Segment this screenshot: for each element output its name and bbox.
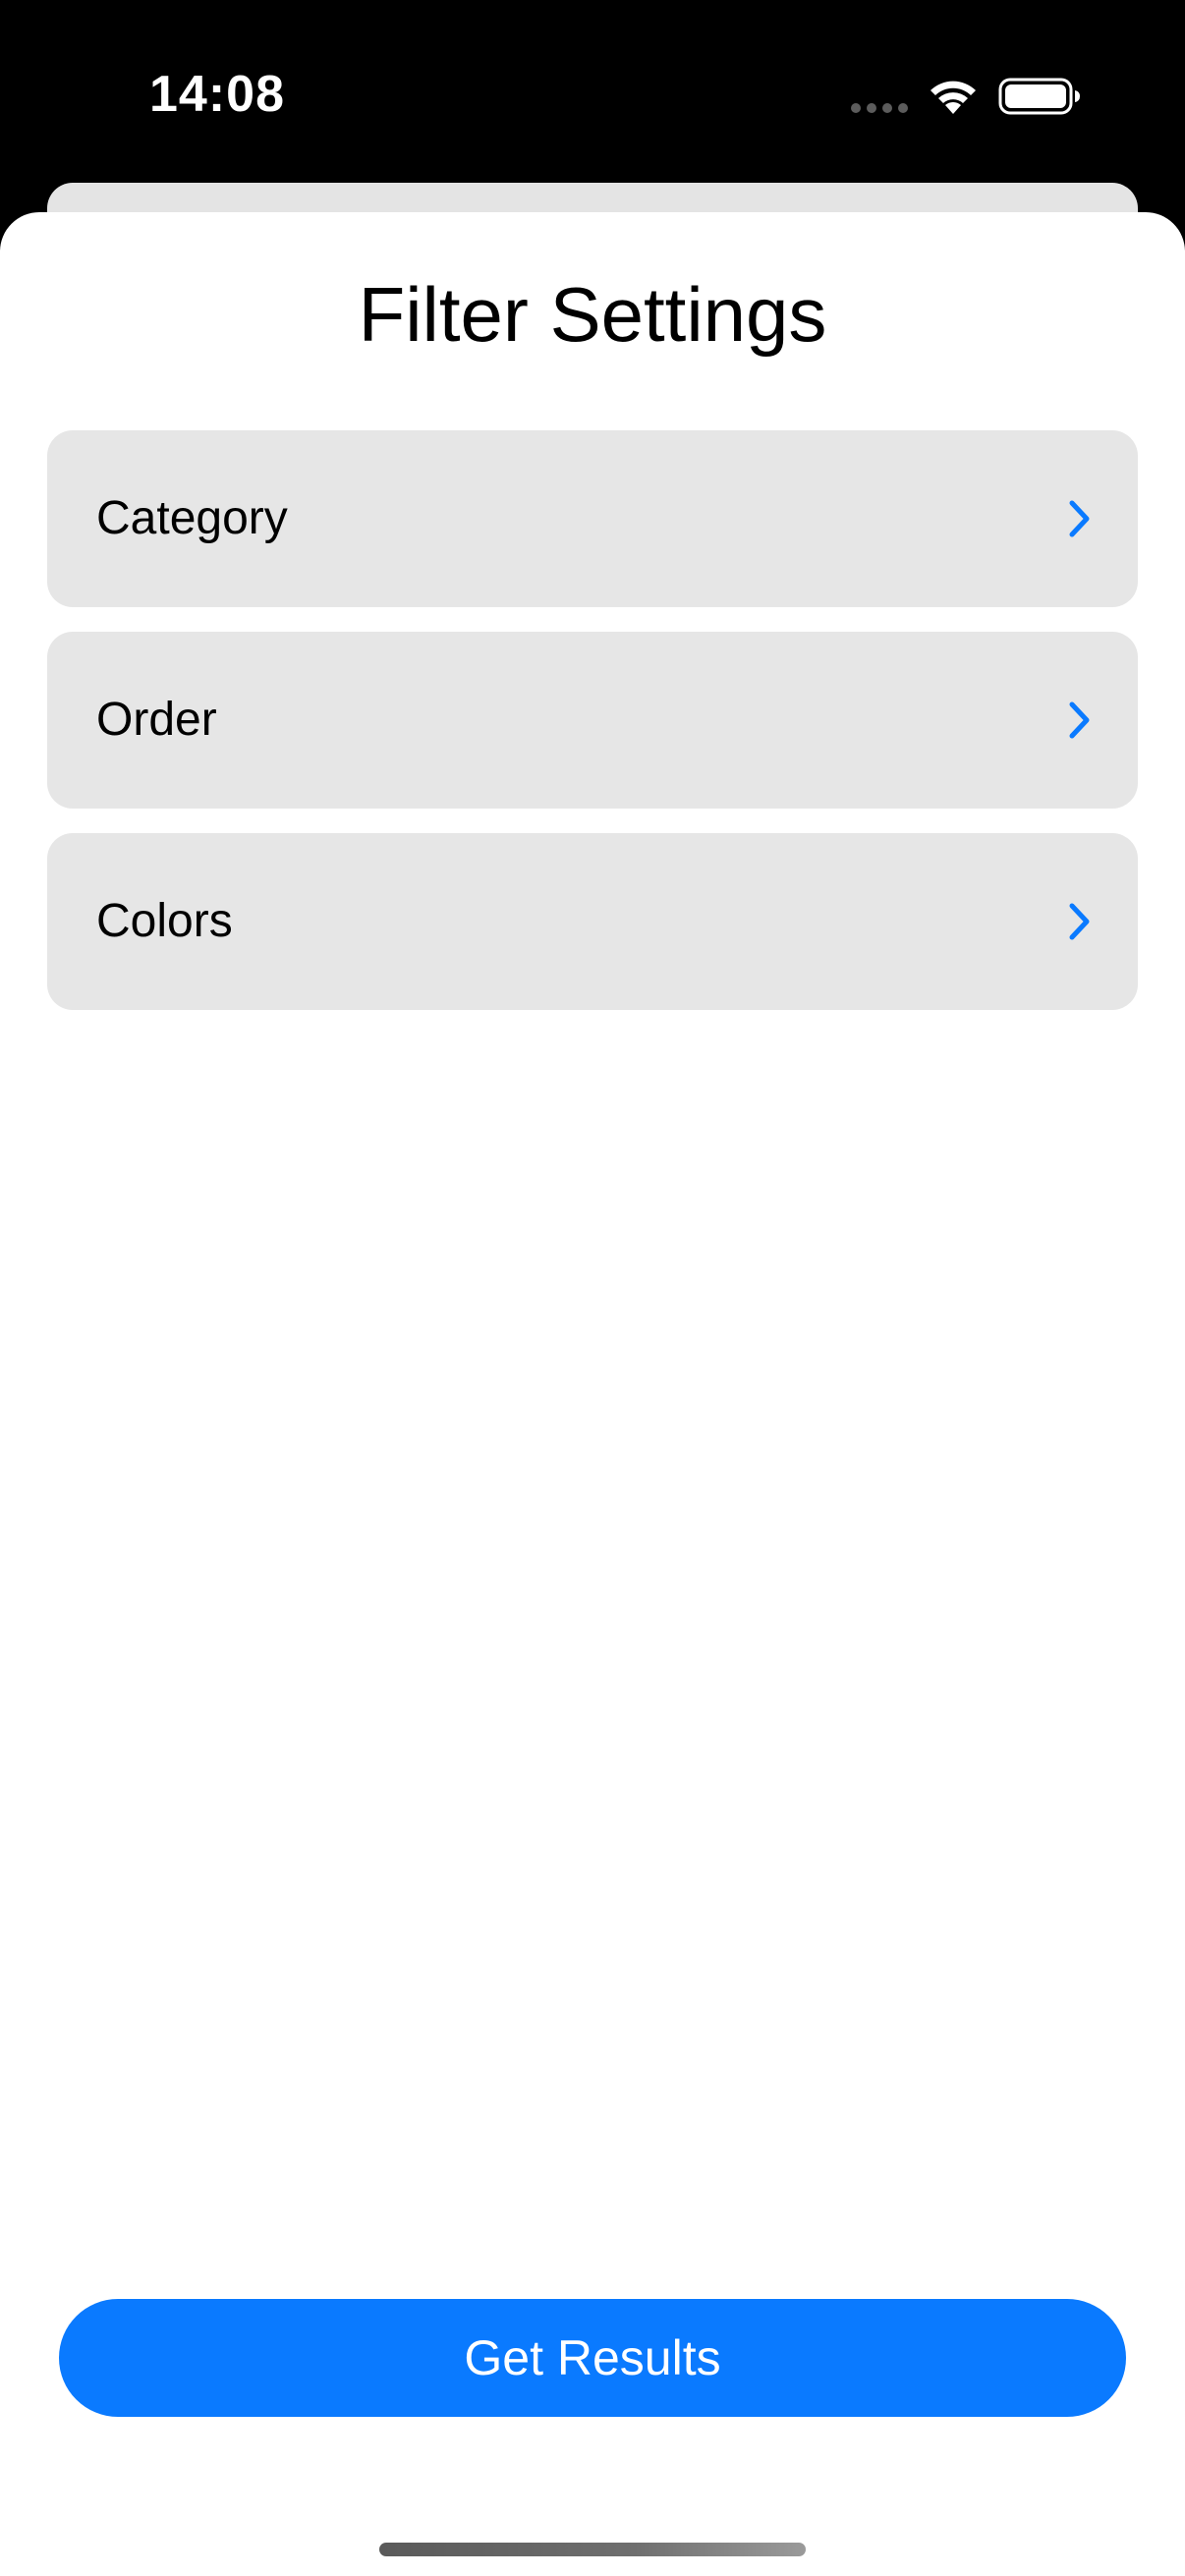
sheet-title: Filter Settings <box>358 271 827 358</box>
row-label: Category <box>96 492 288 544</box>
row-label: Colors <box>96 895 233 947</box>
row-label: Order <box>96 694 217 746</box>
status-bar: 14:08 <box>0 0 1185 187</box>
get-results-button[interactable]: Get Results <box>59 2299 1126 2417</box>
get-results-button-label: Get Results <box>464 2330 721 2385</box>
row-order[interactable]: Order <box>47 632 1138 809</box>
row-category[interactable]: Category <box>47 430 1138 607</box>
home-indicator <box>379 2543 806 2556</box>
row-colors[interactable]: Colors <box>47 833 1138 1010</box>
battery-icon <box>998 78 1080 115</box>
cellular-signal-icon <box>851 103 908 113</box>
chevron-right-icon <box>1069 903 1090 940</box>
status-time: 14:08 <box>149 66 285 123</box>
filter-settings-sheet: Filter Settings Category Order Colors Ge… <box>0 212 1185 2576</box>
chevron-right-icon <box>1069 701 1090 739</box>
wifi-icon <box>931 81 976 114</box>
chevron-right-icon <box>1069 500 1090 537</box>
